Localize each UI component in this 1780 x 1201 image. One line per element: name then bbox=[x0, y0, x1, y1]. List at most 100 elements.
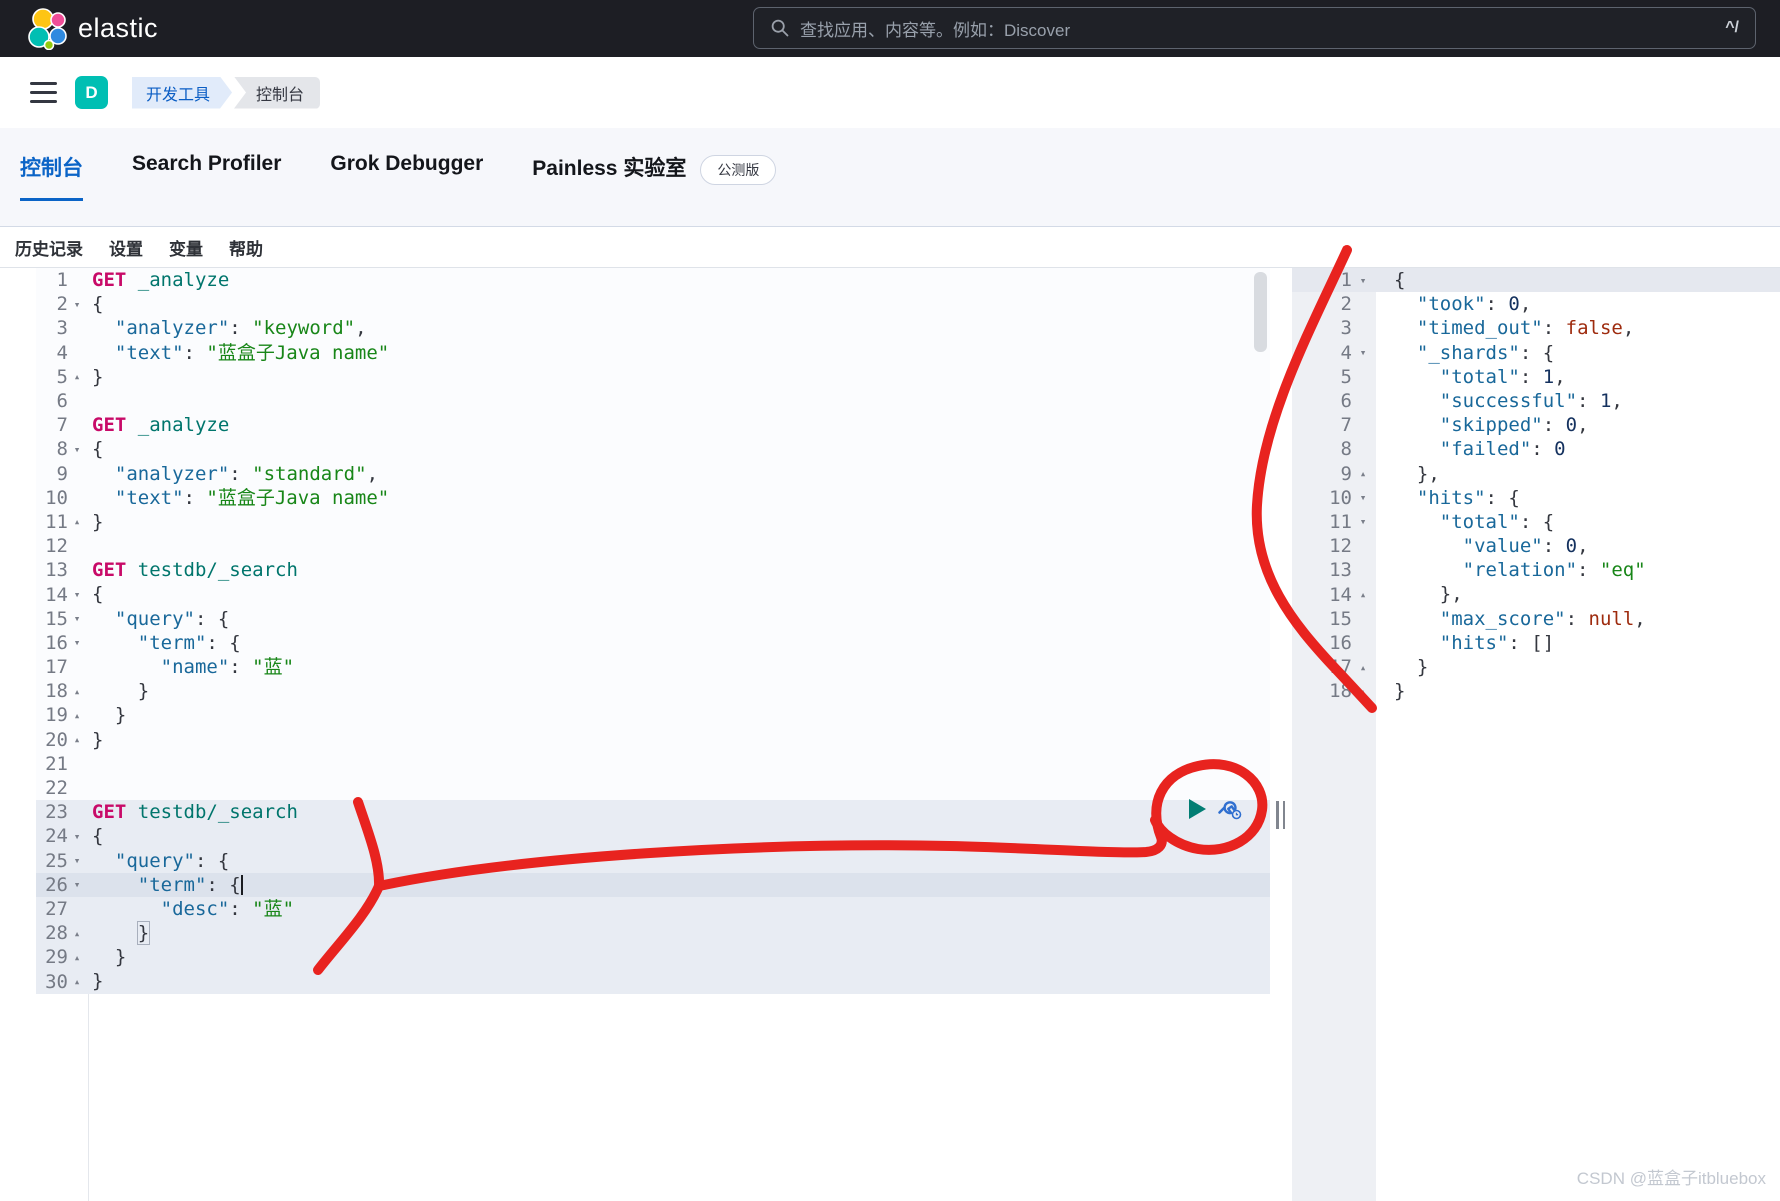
tab-search-profiler[interactable]: Search Profiler bbox=[132, 152, 281, 192]
settings-link[interactable]: 设置 bbox=[109, 235, 143, 260]
fold-toggle-icon[interactable]: ▾ bbox=[68, 443, 86, 456]
editor-line[interactable]: 5▴} bbox=[36, 365, 1270, 389]
code-text: "relation": "eq" bbox=[1374, 558, 1780, 582]
elastic-logo-icon bbox=[26, 8, 68, 50]
fold-toggle-icon[interactable]: ▾ bbox=[68, 298, 86, 311]
editor-line[interactable]: 7GET _analyze bbox=[36, 413, 1270, 437]
code-text: "failed": 0 bbox=[1374, 437, 1780, 461]
code-text: } bbox=[86, 703, 1270, 727]
editor-line[interactable]: 24▾{ bbox=[36, 824, 1270, 848]
editor-line[interactable]: 14▾{ bbox=[36, 582, 1270, 606]
editor-line[interactable]: 29▴ } bbox=[36, 945, 1270, 969]
breadcrumb-dev-tools[interactable]: 开发工具 bbox=[132, 77, 232, 109]
line-number: 15 bbox=[36, 608, 68, 630]
editor-line[interactable]: 6 bbox=[36, 389, 1270, 413]
line-number: 13 bbox=[36, 559, 68, 581]
line-number: 25 bbox=[36, 850, 68, 872]
editor-scrollbar[interactable] bbox=[1254, 272, 1267, 352]
fold-toggle-icon[interactable]: ▴ bbox=[1352, 588, 1374, 601]
editor-line[interactable]: 2▾{ bbox=[36, 292, 1270, 316]
fold-toggle-icon[interactable]: ▴ bbox=[68, 975, 86, 988]
line-number: 1 bbox=[36, 269, 68, 291]
editor-line[interactable]: 25▾ "query": { bbox=[36, 849, 1270, 873]
csdn-watermark: CSDN @蓝盒子itbluebox bbox=[1577, 1164, 1766, 1189]
editor-line[interactable]: 30▴} bbox=[36, 969, 1270, 993]
fold-toggle-icon[interactable]: ▴ bbox=[68, 685, 86, 698]
response-line: 16 "hits": [] bbox=[1292, 631, 1780, 655]
elastic-logo[interactable]: elastic bbox=[26, 8, 158, 50]
fold-toggle-icon[interactable]: ▴ bbox=[68, 733, 86, 746]
editor-line[interactable]: 8▾{ bbox=[36, 437, 1270, 461]
fold-toggle-icon[interactable]: ▴ bbox=[68, 709, 86, 722]
editor-line[interactable]: 12 bbox=[36, 534, 1270, 558]
fold-toggle-icon[interactable]: ▾ bbox=[1352, 274, 1374, 287]
fold-toggle-icon[interactable]: ▾ bbox=[68, 854, 86, 867]
code-text: } bbox=[86, 728, 1270, 752]
line-number: 5 bbox=[36, 366, 68, 388]
editor-line[interactable]: 23GET testdb/_search bbox=[36, 800, 1270, 824]
editor-line[interactable]: 11▴} bbox=[36, 510, 1270, 534]
editor-line[interactable]: 1GET _analyze bbox=[36, 268, 1270, 292]
code-text: } bbox=[1374, 679, 1780, 703]
fold-toggle-icon[interactable]: ▴ bbox=[68, 951, 86, 964]
fold-toggle-icon[interactable]: ▴ bbox=[68, 927, 86, 940]
editor-line[interactable]: 4 "text": "蓝盒子Java name" bbox=[36, 341, 1270, 365]
editor-line[interactable]: 26▾ "term": { bbox=[36, 873, 1270, 897]
editor-line[interactable]: 22 bbox=[36, 776, 1270, 800]
fold-toggle-icon[interactable]: ▴ bbox=[1352, 685, 1374, 698]
fold-toggle-icon[interactable]: ▴ bbox=[1352, 661, 1374, 674]
tab-grok-debugger[interactable]: Grok Debugger bbox=[330, 152, 483, 192]
editor-line[interactable]: 27 "desc": "蓝" bbox=[36, 897, 1270, 921]
editor-line[interactable]: 3 "analyzer": "keyword", bbox=[36, 316, 1270, 340]
menu-icon[interactable] bbox=[30, 76, 57, 109]
editor-line[interactable]: 9 "analyzer": "standard", bbox=[36, 462, 1270, 486]
fold-toggle-icon[interactable]: ▴ bbox=[68, 370, 86, 383]
help-link[interactable]: 帮助 bbox=[229, 235, 263, 260]
editor-line[interactable]: 15▾ "query": { bbox=[36, 607, 1270, 631]
fold-toggle-icon[interactable]: ▾ bbox=[68, 878, 86, 891]
fold-toggle-icon[interactable]: ▴ bbox=[1352, 467, 1374, 480]
space-avatar[interactable]: D bbox=[75, 76, 108, 109]
line-number: 15 bbox=[1292, 608, 1352, 630]
history-link[interactable]: 历史记录 bbox=[15, 235, 83, 260]
fold-toggle-icon[interactable]: ▾ bbox=[68, 588, 86, 601]
fold-toggle-icon[interactable]: ▾ bbox=[1352, 491, 1374, 504]
variables-link[interactable]: 变量 bbox=[169, 235, 203, 260]
editor-line[interactable]: 18▴ } bbox=[36, 679, 1270, 703]
fold-toggle-icon[interactable]: ▾ bbox=[1352, 346, 1374, 359]
code-text: "analyzer": "keyword", bbox=[86, 316, 1270, 340]
editor-line[interactable]: 13GET testdb/_search bbox=[36, 558, 1270, 582]
editor-line[interactable]: 21 bbox=[36, 752, 1270, 776]
editor-line[interactable]: 16▾ "term": { bbox=[36, 631, 1270, 655]
line-number: 26 bbox=[36, 874, 68, 896]
line-number: 8 bbox=[36, 438, 68, 460]
line-number: 18 bbox=[1292, 680, 1352, 702]
fold-toggle-icon[interactable]: ▾ bbox=[1352, 515, 1374, 528]
code-text: "term": { bbox=[86, 631, 1270, 655]
send-request-button[interactable] bbox=[1189, 799, 1206, 819]
breadcrumb-console: 控制台 bbox=[234, 77, 320, 109]
editor-line[interactable]: 17 "name": "蓝" bbox=[36, 655, 1270, 679]
tab-painless-lab[interactable]: Painless 实验室 bbox=[532, 152, 686, 198]
editor-line[interactable]: 28▴ } bbox=[36, 921, 1270, 945]
global-search-input[interactable]: 查找应用、内容等。例如：Discover ^/ bbox=[753, 7, 1756, 49]
fold-toggle-icon[interactable]: ▾ bbox=[68, 636, 86, 649]
request-options-wrench-icon[interactable] bbox=[1215, 793, 1243, 826]
line-number: 19 bbox=[36, 704, 68, 726]
fold-toggle-icon[interactable]: ▴ bbox=[68, 515, 86, 528]
line-number: 2 bbox=[1292, 293, 1352, 315]
line-number: 29 bbox=[36, 946, 68, 968]
response-viewer[interactable]: 1▾{2 "took": 0,3 "timed_out": false,4▾ "… bbox=[1292, 268, 1780, 703]
tab-console[interactable]: 控制台 bbox=[20, 152, 83, 201]
search-placeholder: 查找应用、内容等。例如：Discover bbox=[800, 16, 1725, 41]
panel-resize-handle[interactable] bbox=[1276, 801, 1285, 829]
editor-line[interactable]: 10 "text": "蓝盒子Java name" bbox=[36, 486, 1270, 510]
editor-line[interactable]: 20▴} bbox=[36, 728, 1270, 752]
request-editor[interactable]: 1GET _analyze2▾{3 "analyzer": "keyword",… bbox=[36, 268, 1270, 994]
fold-toggle-icon[interactable]: ▾ bbox=[68, 830, 86, 843]
response-line: 15 "max_score": null, bbox=[1292, 607, 1780, 631]
fold-toggle-icon[interactable]: ▾ bbox=[68, 612, 86, 625]
line-number: 16 bbox=[36, 632, 68, 654]
editor-line[interactable]: 19▴ } bbox=[36, 703, 1270, 727]
code-text: "value": 0, bbox=[1374, 534, 1780, 558]
